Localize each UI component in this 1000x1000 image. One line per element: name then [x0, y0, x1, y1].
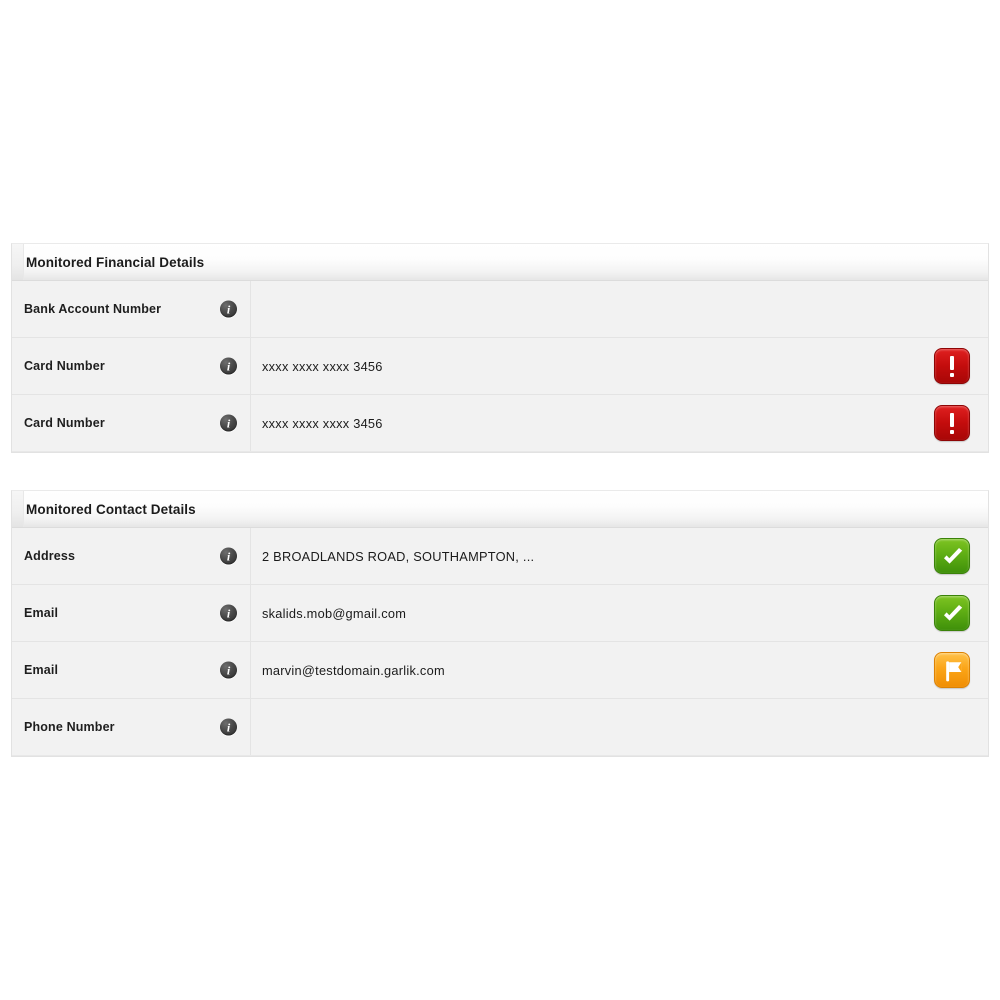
row-label-cell: Address — [12, 528, 251, 584]
table-row: Phone Number — [12, 699, 988, 756]
exclamation-dot — [950, 430, 954, 434]
table-row: Email skalids.mob@gmail.com — [12, 585, 988, 642]
info-circle-icon[interactable] — [220, 604, 237, 622]
row-value: marvin@testdomain.garlik.com — [262, 662, 445, 678]
flag-glyph — [946, 661, 962, 682]
panel-title: Monitored Financial Details — [26, 255, 205, 270]
row-value-cell: xxxx xxxx xxxx 3456 — [251, 395, 916, 451]
row-value-cell: 2 BROADLANDS ROAD, SOUTHAMPTON, ... — [251, 528, 916, 584]
check-mark-icon[interactable] — [934, 538, 970, 574]
row-label: Email — [24, 663, 59, 677]
monitored-details-panels: Monitored Financial Details Bank Account … — [11, 243, 989, 757]
row-label: Address — [24, 549, 76, 563]
check-glyph — [944, 548, 963, 564]
row-value-cell: marvin@testdomain.garlik.com — [251, 642, 916, 698]
row-label-cell: Email — [12, 585, 251, 641]
row-label: Email — [24, 606, 59, 620]
row-status-cell — [916, 585, 988, 641]
info-circle-icon[interactable] — [220, 547, 237, 565]
row-value-cell: xxxx xxxx xxxx 3456 — [251, 338, 916, 394]
exclamation-dot — [950, 373, 954, 377]
table-row: Bank Account Number — [12, 281, 988, 338]
alert-exclamation-icon[interactable] — [934, 405, 970, 441]
info-circle-icon[interactable] — [220, 300, 237, 318]
table-row: Address 2 BROADLANDS ROAD, SOUTHAMPTON, .… — [12, 528, 988, 585]
row-status-cell — [916, 395, 988, 451]
row-status-cell — [916, 699, 988, 755]
table-row: Email marvin@testdomain.garlik.com — [12, 642, 988, 699]
row-value: 2 BROADLANDS ROAD, SOUTHAMPTON, ... — [262, 548, 535, 564]
detail-rows: Bank Account Number Card Number xxxx xxxx … — [12, 281, 988, 452]
row-value: xxxx xxxx xxxx 3456 — [262, 415, 383, 431]
row-value: xxxx xxxx xxxx 3456 — [262, 358, 383, 374]
flag-icon[interactable] — [934, 652, 970, 688]
detail-rows: Address 2 BROADLANDS ROAD, SOUTHAMPTON, .… — [12, 528, 988, 756]
panel-title: Monitored Contact Details — [26, 502, 196, 517]
panel-header: Monitored Contact Details — [12, 491, 988, 528]
table-row: Card Number xxxx xxxx xxxx 3456 — [12, 338, 988, 395]
panel: Monitored Financial Details Bank Account … — [11, 243, 989, 453]
row-label: Phone Number — [24, 720, 115, 734]
exclamation-bar — [950, 413, 954, 427]
check-glyph — [944, 605, 963, 621]
row-status-cell — [916, 528, 988, 584]
row-label-cell: Bank Account Number — [12, 281, 251, 337]
exclamation-bar — [950, 356, 954, 370]
row-label-cell: Phone Number — [12, 699, 251, 755]
panel-header: Monitored Financial Details — [12, 244, 988, 281]
row-status-cell — [916, 642, 988, 698]
page-root: Monitored Financial Details Bank Account … — [0, 0, 1000, 1000]
info-circle-icon[interactable] — [220, 357, 237, 375]
info-circle-icon[interactable] — [220, 661, 237, 679]
row-value-cell — [251, 699, 916, 755]
row-label-cell: Card Number — [12, 338, 251, 394]
row-status-cell — [916, 281, 988, 337]
info-circle-icon[interactable] — [220, 718, 237, 736]
row-value-cell — [251, 281, 916, 337]
row-label-cell: Card Number — [12, 395, 251, 451]
alert-exclamation-icon[interactable] — [934, 348, 970, 384]
row-status-cell — [916, 338, 988, 394]
row-label: Card Number — [24, 416, 105, 430]
row-label-cell: Email — [12, 642, 251, 698]
panel: Monitored Contact Details Address 2 BROADL… — [11, 490, 989, 757]
check-mark-icon[interactable] — [934, 595, 970, 631]
table-row: Card Number xxxx xxxx xxxx 3456 — [12, 395, 988, 452]
row-label: Card Number — [24, 359, 105, 373]
row-label: Bank Account Number — [24, 302, 162, 316]
row-value-cell: skalids.mob@gmail.com — [251, 585, 916, 641]
info-circle-icon[interactable] — [220, 414, 237, 432]
row-value: skalids.mob@gmail.com — [262, 605, 407, 621]
